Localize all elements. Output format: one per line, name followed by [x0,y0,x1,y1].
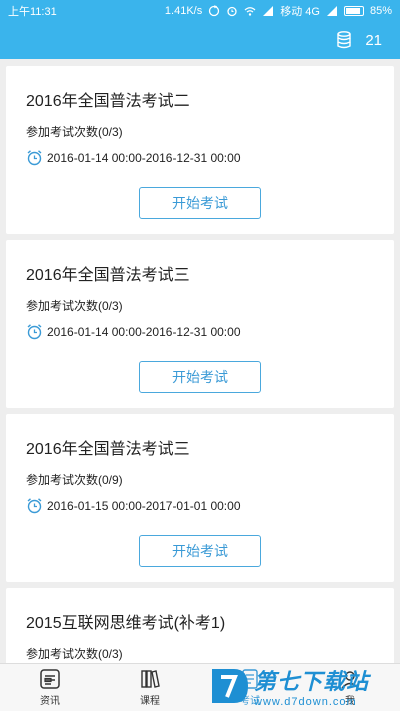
tab-label: 资讯 [40,696,60,707]
coin-count: 21 [365,31,382,49]
books-icon [141,670,160,688]
network-speed: 1.41K/s [164,5,203,17]
exam-attempts: 参加考试次数(0/9) [26,473,123,487]
exam-attempts: 参加考试次数(0/3) [26,125,123,139]
start-exam-button[interactable]: 开始考试 [139,361,261,393]
app-header: 上午11:31 1.41K/s 移动 4G 85% 21 [0,0,400,59]
clock-icon [27,324,42,340]
exam-period: 2016-01-14 00:00-2016-12-31 00:00 [26,323,241,340]
clock-icon [27,150,42,166]
news-icon [40,669,60,689]
start-exam-button[interactable]: 开始考试 [139,187,261,219]
status-right: 1.41K/s 移动 4G 85% [165,3,392,19]
exam-attempts: 参加考试次数(0/3) [26,299,123,313]
exam-card[interactable]: 2016年全国普法考试三 参加考试次数(0/9) 2016-01-15 00:0… [6,414,394,582]
watermark-title: 第七下载站 [254,670,370,695]
tab-news[interactable]: 资讯 [0,664,100,711]
watermark-text: 第七下载站 www.d7down.com [254,664,369,708]
watermark: 第七下载站 www.d7down.com [208,662,398,710]
tab-label: 课程 [140,696,160,707]
exam-title: 2016年全国普法考试二 [26,93,190,110]
carrier-label: 移动 4G [280,6,320,18]
exam-title: 2016年全国普法考试三 [26,441,190,458]
exam-attempts: 参加考试次数(0/3) [26,647,123,661]
exam-card[interactable]: 2015互联网思维考试(补考1) 参加考试次数(0/3) [6,588,394,668]
battery-icon [343,6,364,16]
exam-period: 2016-01-14 00:00-2016-12-31 00:00 [26,149,241,166]
tab-courses[interactable]: 课程 [100,664,200,711]
exam-period-text: 2016-01-14 00:00-2016-12-31 00:00 [47,150,241,165]
exam-period: 2016-01-15 00:00-2017-01-01 00:00 [26,497,241,514]
exam-card[interactable]: 2016年全国普法考试二 参加考试次数(0/3) 2016-01-14 00:0… [6,66,394,234]
sync-icon [209,5,220,17]
d7down-logo-icon [212,669,248,703]
watermark-url: www.d7down.com [254,696,357,708]
exam-title: 2016年全国普法考试三 [26,267,190,284]
exam-title: 2015互联网思维考试(补考1) [26,615,226,632]
clock-icon [27,498,42,514]
battery-level: 85% [369,5,392,17]
exam-period-text: 2016-01-15 00:00-2017-01-01 00:00 [47,498,241,513]
signal-icon-2 [326,6,337,16]
start-exam-button[interactable]: 开始考试 [139,535,261,567]
status-bar: 上午11:31 1.41K/s 移动 4G 85% [0,0,400,22]
wifi-icon [244,7,256,16]
exam-period-text: 2016-01-14 00:00-2016-12-31 00:00 [47,324,241,339]
exam-list[interactable]: 2016年全国普法考试二 参加考试次数(0/3) 2016-01-14 00:0… [6,66,394,674]
alarm-icon [227,6,237,17]
signal-icon [263,6,274,16]
status-time: 上午11:31 [8,6,57,18]
exam-card[interactable]: 2016年全国普法考试三 参加考试次数(0/3) 2016-01-14 00:0… [6,240,394,408]
coin-counter[interactable]: 21 [335,30,382,50]
coins-stack-icon [337,31,352,49]
